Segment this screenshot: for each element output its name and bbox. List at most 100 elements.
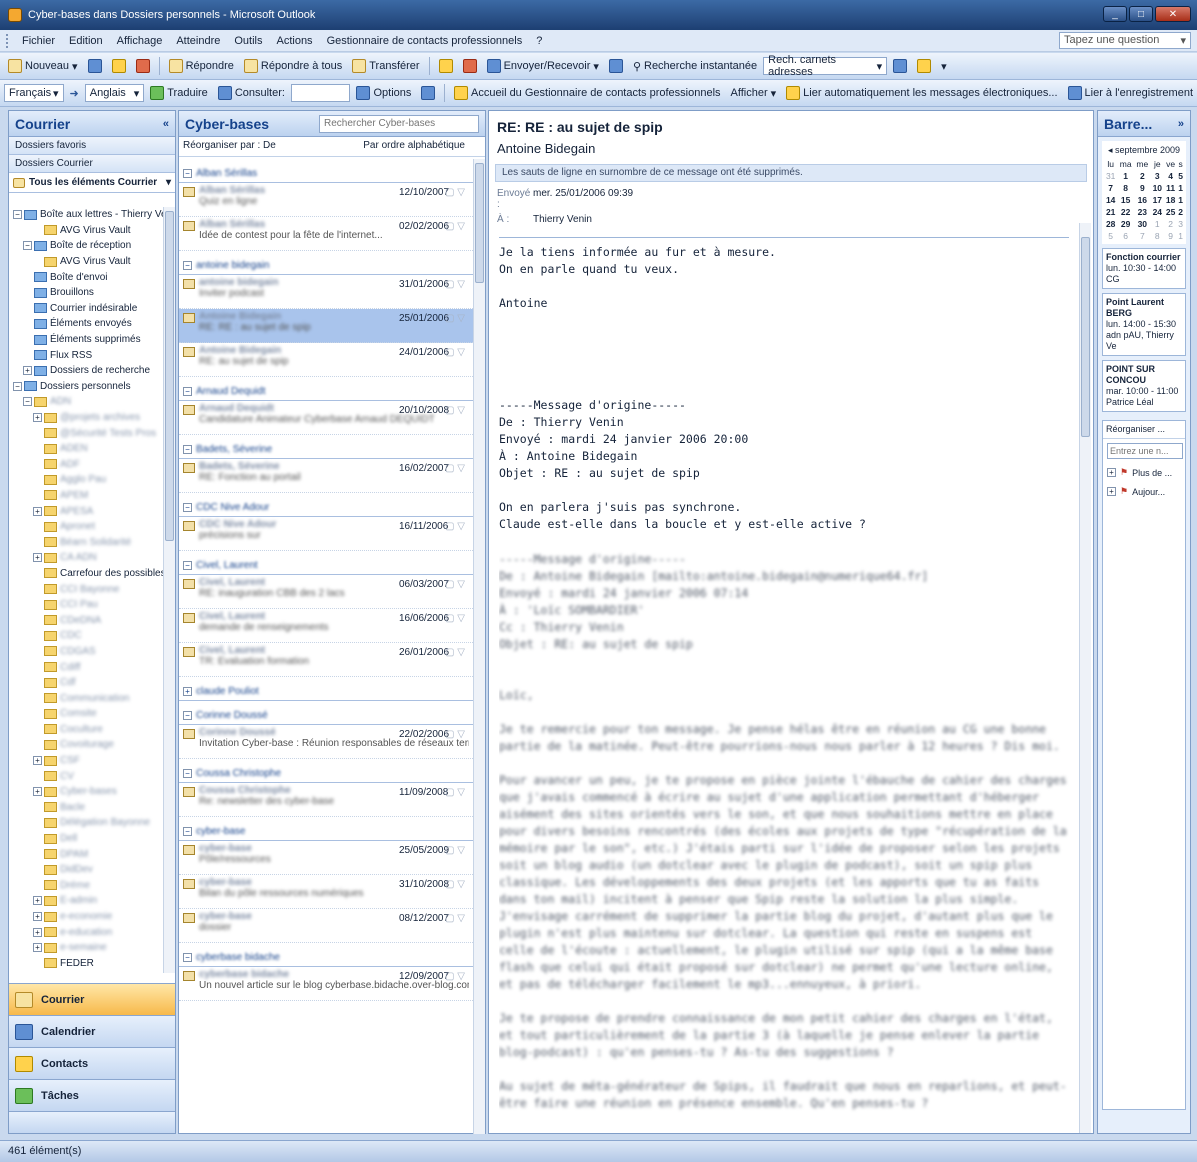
calendar-day[interactable]: 16 [1134, 194, 1151, 206]
flag-icon[interactable]: ▢ ▽ [445, 279, 469, 290]
folder-item[interactable]: Éléments supprimés [9, 332, 163, 348]
scrollbar-thumb[interactable] [475, 163, 484, 283]
message-row[interactable]: Corinne Doussé Invitation Cyber-base : Ré… [179, 725, 473, 759]
message-row[interactable]: Badets, Séverine RE: Fonction au portail 1… [179, 459, 473, 493]
task-arrange[interactable]: Réorganiser ... [1103, 421, 1185, 439]
folder-item[interactable]: Délégation Bayonne [9, 815, 163, 831]
minimize-button[interactable]: _ [1103, 6, 1127, 22]
folder-item[interactable]: Béarn Solidarité [9, 534, 163, 550]
menu-affichage[interactable]: Affichage [110, 35, 170, 47]
folder-item[interactable]: + @projets archives [9, 410, 163, 426]
flag-icon[interactable]: ▢ ▽ [445, 313, 469, 324]
bcm-home-button[interactable]: Accueil du Gestionnaire de contacts prof… [450, 84, 724, 102]
help-button-2[interactable] [417, 84, 439, 102]
task-group-later[interactable]: + ⚑ Plus de ... [1103, 463, 1185, 482]
info-bar[interactable]: Les sauts de ligne en surnombre de ce me… [495, 164, 1087, 182]
collapse-icon[interactable]: − [183, 503, 192, 512]
folder-item[interactable]: Communication [9, 690, 163, 706]
folder-item[interactable]: + CSF [9, 753, 163, 769]
group-header[interactable]: + claude Pouliot [179, 683, 473, 701]
folder-item[interactable]: Boîte d'envoi [9, 269, 163, 285]
calendar-day[interactable]: 14 [1104, 194, 1117, 206]
group-header[interactable]: − Corinne Doussé [179, 707, 473, 725]
folder-item[interactable]: CDGAS [9, 644, 163, 660]
collapse-icon[interactable]: − [23, 241, 32, 251]
group-header[interactable]: − Badets, Séverine [179, 441, 473, 459]
folder-item[interactable]: Courrier indésirable [9, 301, 163, 317]
nav-button-tasks[interactable]: Tâches [9, 1079, 175, 1111]
calendar-day[interactable]: 8 [1117, 182, 1134, 194]
group-header[interactable]: − Civel, Laurent [179, 557, 473, 575]
to-value[interactable]: Thierry Venin [533, 214, 592, 225]
folder-item[interactable]: Dell [9, 831, 163, 847]
message-row[interactable]: Antoine Bidegain RE: au sujet de spip 24/0… [179, 343, 473, 377]
menu-atteindre[interactable]: Atteindre [169, 35, 227, 47]
expand-icon[interactable]: + [1107, 468, 1116, 477]
collapse-icon[interactable]: − [183, 827, 192, 836]
folder-tree-scrollbar[interactable] [163, 207, 175, 973]
message-sender[interactable]: Antoine Bidegain [489, 137, 1093, 160]
print-button[interactable] [84, 57, 106, 75]
folder-item[interactable]: − Boîte aux lettres - Thierry Venin [9, 207, 163, 223]
folder-item[interactable]: APEM [9, 488, 163, 504]
expand-icon[interactable]: + [1107, 487, 1116, 496]
favorites-header[interactable]: Dossiers favoris [9, 137, 175, 155]
task-group-today[interactable]: + ⚑ Aujour... [1103, 482, 1185, 501]
flag-icon[interactable]: ▢ ▽ [445, 187, 469, 198]
calendar-day[interactable]: 2 [1177, 206, 1184, 218]
expand-icon[interactable]: + [23, 366, 32, 376]
folder-item[interactable]: CCI Pau [9, 597, 163, 613]
calendar-day[interactable]: 9 [1134, 182, 1151, 194]
calendar-day[interactable]: 7 [1134, 230, 1151, 242]
collapse-icon[interactable]: − [183, 169, 192, 178]
calendar-day[interactable]: 15 [1117, 194, 1134, 206]
display-button[interactable]: Afficher ▾ [727, 85, 781, 102]
new-task-input[interactable] [1107, 443, 1183, 459]
collapse-pane-icon[interactable]: » [1178, 118, 1184, 130]
categorize-button[interactable] [435, 57, 457, 75]
maximize-button[interactable]: □ [1129, 6, 1153, 22]
message-row[interactable]: Civel, Laurent demande de renseignements 1… [179, 609, 473, 643]
folder-item[interactable]: Cdiff [9, 659, 163, 675]
chevron-down-icon[interactable]: ▾ [877, 60, 883, 73]
collapse-icon[interactable]: − [183, 445, 192, 454]
group-header[interactable]: − antoine bidegain [179, 257, 473, 275]
calendar-day[interactable]: 2 [1134, 170, 1151, 182]
calendar-day[interactable]: 25 [1164, 206, 1177, 218]
message-row[interactable]: cyber-base Pôle/ressources 25/05/2009 ▢ ▽ [179, 841, 473, 875]
calendar-day[interactable]: 29 [1117, 218, 1134, 230]
folder-item[interactable]: Dréme [9, 878, 163, 894]
expand-icon[interactable]: + [33, 927, 42, 937]
folder-item[interactable]: − Boîte de réception [9, 238, 163, 254]
collapse-icon[interactable]: − [183, 387, 192, 396]
flag-icon[interactable]: ▢ ▽ [445, 347, 469, 358]
calendar-day[interactable]: 2 [1164, 218, 1177, 230]
scrollbar-thumb[interactable] [165, 211, 174, 541]
reply-button[interactable]: Répondre [165, 57, 238, 75]
collapse-icon[interactable]: − [183, 561, 192, 570]
help-button[interactable] [889, 57, 911, 75]
prev-month-icon[interactable]: ◂ [1108, 145, 1113, 155]
calendar-day[interactable]: 5 [1104, 230, 1117, 242]
calendar-day[interactable]: 10 [1151, 182, 1164, 194]
all-mail-items[interactable]: Tous les éléments Courrier ▾ [9, 173, 175, 193]
flag-icon[interactable]: ▢ ▽ [445, 845, 469, 856]
folder-item[interactable]: Apronet [9, 519, 163, 535]
folder-item[interactable]: + Dossiers de recherche [9, 363, 163, 379]
options-button[interactable]: Options [352, 84, 415, 102]
appointment[interactable]: Fonction courrier lun. 10:30 - 14:00 CG [1102, 248, 1186, 289]
expand-icon[interactable]: + [33, 506, 42, 516]
menu-grip[interactable] [6, 33, 9, 48]
language-to-select[interactable]: Anglais ▾ [84, 84, 145, 102]
folder-item[interactable]: Bacle [9, 800, 163, 816]
flag-icon[interactable]: ▢ ▽ [445, 879, 469, 890]
reply-all-button[interactable]: Répondre à tous [240, 57, 346, 75]
message-row[interactable]: Civel, Laurent TR: Evaluation formation 26… [179, 643, 473, 677]
group-header[interactable]: − Coussa Christophe [179, 765, 473, 783]
folder-item[interactable]: + APESA [9, 503, 163, 519]
flag-icon[interactable]: ▢ ▽ [445, 787, 469, 798]
scrollbar-thumb[interactable] [1081, 237, 1090, 437]
menu-outils[interactable]: Outils [227, 35, 269, 47]
folder-item[interactable]: @Sécurité Tests Pros [9, 425, 163, 441]
consult-input[interactable] [290, 84, 351, 102]
